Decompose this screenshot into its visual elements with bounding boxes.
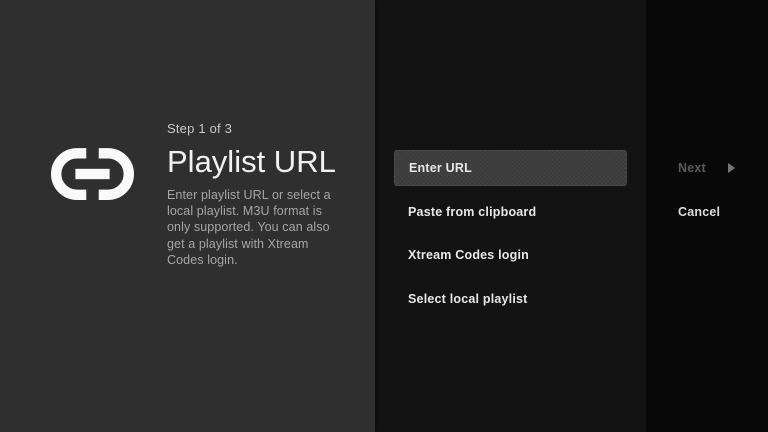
step-indicator: Step 1 of 3 [167,121,332,137]
options-panel: Enter URL Paste from clipboard Xtream Co… [375,0,646,432]
page-description: Enter playlist URL or select a local pla… [167,187,332,268]
page-title: Playlist URL [167,145,332,179]
description-line: only supported. You can also [167,219,332,235]
menu-item-paste-from-clipboard[interactable]: Paste from clipboard [394,194,627,230]
info-panel: Step 1 of 3 Playlist URL Enter playlist … [0,0,375,432]
menu-item-xtream-codes-login[interactable]: Xtream Codes login [394,237,627,273]
description-line: get a playlist with Xtream [167,236,332,252]
next-button-label: Next [678,161,706,175]
setup-wizard-screen: Step 1 of 3 Playlist URL Enter playlist … [0,0,768,432]
next-button[interactable]: Next [646,150,768,186]
menu-item-label: Xtream Codes login [408,248,529,262]
playlist-source-menu: Enter URL Paste from clipboard Xtream Co… [394,150,627,324]
chevron-right-icon [728,163,735,173]
menu-item-label: Enter URL [409,161,472,175]
cancel-button-label: Cancel [678,205,720,219]
intro-block: Step 1 of 3 Playlist URL Enter playlist … [167,121,332,268]
menu-item-label: Paste from clipboard [408,205,536,219]
menu-item-enter-url[interactable]: Enter URL [394,150,627,186]
cancel-button[interactable]: Cancel [646,194,768,230]
link-icon [51,148,134,200]
description-line: Codes login. [167,252,332,268]
menu-item-select-local-playlist[interactable]: Select local playlist [394,281,627,317]
wizard-actions: Next Cancel [646,150,768,238]
actions-panel: Next Cancel [646,0,768,432]
description-line: Enter playlist URL or select a [167,187,332,203]
description-line: local playlist. M3U format is [167,203,332,219]
menu-item-label: Select local playlist [408,292,528,306]
